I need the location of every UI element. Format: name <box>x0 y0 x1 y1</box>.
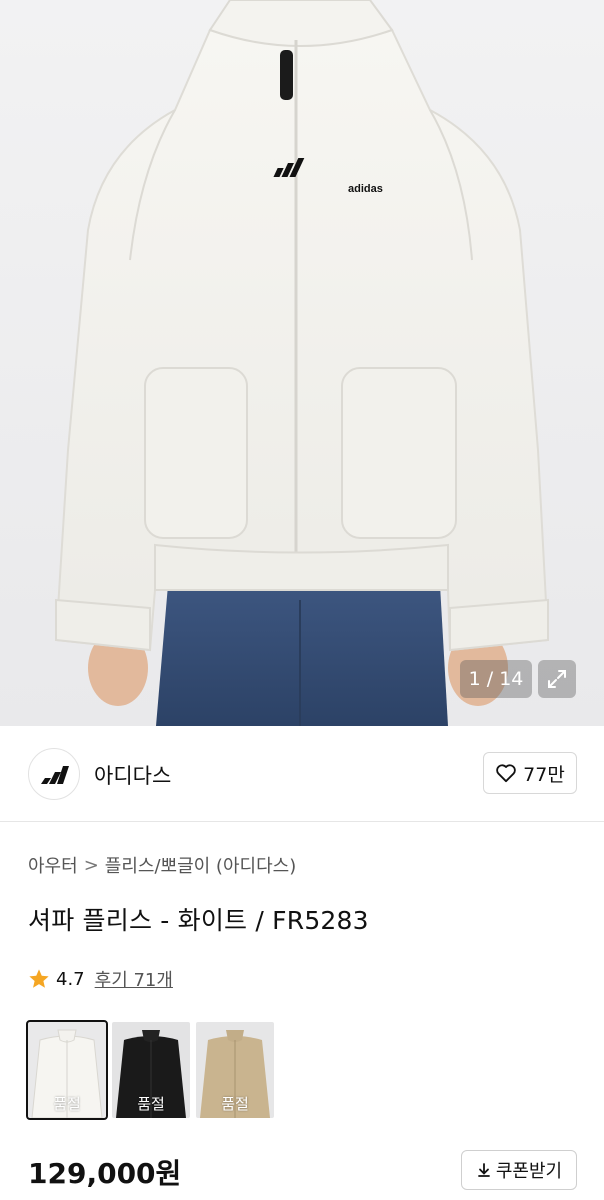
breadcrumb-separator: > <box>83 854 99 876</box>
image-counter: 1 / 14 <box>460 660 532 698</box>
product-image-gallery[interactable]: adidas 1 / 14 <box>0 0 604 726</box>
sold-out-label: 품절 <box>53 1095 81 1113</box>
rating-score: 4.7 <box>56 968 85 990</box>
star-icon <box>29 969 49 988</box>
expand-icon <box>548 670 566 688</box>
variant-thumb-beige[interactable]: 품절 <box>196 1022 274 1118</box>
like-button[interactable]: 77만 <box>483 752 577 794</box>
breadcrumb: 아우터 > 플리스/뽀글이 (아디다스) <box>28 852 296 878</box>
expand-image-button[interactable] <box>538 660 576 698</box>
review-count-link[interactable]: 후기 71개 <box>95 966 173 992</box>
breadcrumb-subcategory[interactable]: 플리스/뽀글이 (아디다스) <box>105 852 296 878</box>
product-photo: adidas <box>54 0 550 726</box>
product-price: 129,000원 <box>28 1157 182 1190</box>
coupon-label: 쿠폰받기 <box>495 1161 563 1182</box>
color-variant-list: 품절 품절 품절 <box>26 1020 274 1120</box>
brand-name[interactable]: 아디다스 <box>94 760 171 790</box>
breadcrumb-category[interactable]: 아우터 <box>28 852 78 878</box>
sold-out-label: 품절 <box>137 1095 165 1113</box>
rating-row: 4.7 후기 71개 <box>28 966 173 992</box>
brand-logo[interactable] <box>28 748 80 800</box>
product-title: 셔파 플리스 - 화이트 / FR5283 <box>28 906 369 935</box>
download-icon <box>477 1163 490 1177</box>
variant-thumb-white[interactable]: 품절 <box>26 1020 108 1120</box>
sold-out-label: 품절 <box>221 1095 249 1113</box>
variant-thumb-black[interactable]: 품절 <box>112 1022 190 1118</box>
like-count: 77만 <box>523 763 565 786</box>
chest-logo-text: adidas <box>348 183 383 195</box>
adidas-logo-icon <box>41 766 69 784</box>
coupon-download-button[interactable]: 쿠폰받기 <box>461 1150 577 1190</box>
heart-icon <box>496 764 516 783</box>
